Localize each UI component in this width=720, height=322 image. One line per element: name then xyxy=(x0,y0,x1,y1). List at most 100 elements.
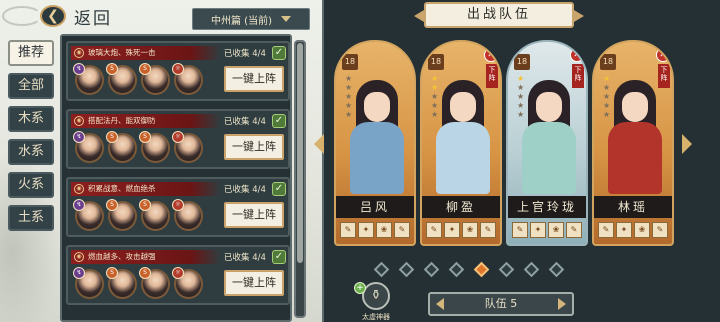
remove-icon[interactable]: ✕ xyxy=(656,48,670,62)
hero-avatar[interactable]: S xyxy=(139,199,170,231)
hero-avatars: ↯ S S ☼ xyxy=(73,63,203,95)
tab-all[interactable]: 全部 xyxy=(8,73,54,99)
equipment-slots: ✎ ✦ ❀ ✎ xyxy=(512,222,582,238)
equipment-slot[interactable]: ❀ xyxy=(548,222,564,238)
formation-list-scrollbar[interactable] xyxy=(294,40,306,318)
equipment-slot[interactable]: ❀ xyxy=(376,222,392,238)
tab-recommended[interactable]: 推荐 xyxy=(8,40,54,66)
hero-avatars: ↯ S S ☼ xyxy=(73,131,203,163)
remove-icon[interactable]: ✕ xyxy=(484,48,498,62)
team-member-card[interactable]: 18 ★ ★ ★ ★ ★ ✕ 下阵 上官玲珑 ✎ ✦ ❀ ✎ xyxy=(506,40,588,246)
equipment-slot[interactable]: ✎ xyxy=(394,222,410,238)
next-team-arrow-icon[interactable] xyxy=(558,298,566,310)
hero-avatar[interactable]: S xyxy=(139,267,170,299)
page-dot[interactable] xyxy=(498,261,515,278)
hero-avatar[interactable]: S xyxy=(106,63,137,95)
equipment-slot[interactable]: ✎ xyxy=(340,222,356,238)
hero-avatar[interactable]: ☼ xyxy=(172,63,203,95)
formation-title: 燃血越多、攻击越强 xyxy=(88,252,156,261)
element-icon: S xyxy=(139,199,151,211)
hero-avatar[interactable]: S xyxy=(106,267,137,299)
cloud-swirl-icon xyxy=(2,6,42,26)
eye-icon: ◉ xyxy=(74,116,84,126)
equipment-slot[interactable]: ✎ xyxy=(426,222,442,238)
back-button[interactable]: ❮ 返回 xyxy=(40,4,150,29)
page-dot[interactable] xyxy=(373,261,390,278)
tab-fire[interactable]: 火系 xyxy=(8,172,54,198)
collected-count: 已收集 4/4 xyxy=(224,117,266,127)
remove-label[interactable]: 下阵 xyxy=(486,64,498,88)
next-page-arrow-icon[interactable] xyxy=(682,134,692,154)
equipment-slot[interactable]: ✎ xyxy=(480,222,496,238)
one-click-deploy-button[interactable]: 一键上阵 xyxy=(224,202,284,228)
page-dot[interactable] xyxy=(548,261,565,278)
hero-avatar[interactable]: S xyxy=(139,131,170,163)
chapter-selector[interactable]: 中州篇 (当前) xyxy=(192,8,310,30)
eye-icon: ◉ xyxy=(74,48,84,58)
back-label: 返回 xyxy=(74,8,112,29)
hero-avatar[interactable]: S xyxy=(106,199,137,231)
equipment-slot[interactable]: ✦ xyxy=(616,222,632,238)
prev-page-arrow-icon[interactable] xyxy=(314,134,324,154)
equipment-slot[interactable]: ✎ xyxy=(652,222,668,238)
hero-avatar[interactable]: ↯ xyxy=(73,131,104,163)
hero-avatar[interactable]: ☼ xyxy=(172,199,203,231)
page-dot[interactable] xyxy=(423,261,440,278)
tab-earth[interactable]: 土系 xyxy=(8,205,54,231)
treasure-button[interactable]: ⚱ + 太虚神器 xyxy=(354,282,398,322)
team-switcher[interactable]: 队伍 5 xyxy=(428,292,574,316)
eye-icon: ◉ xyxy=(74,184,84,194)
hero-avatars: ↯ S S ☼ xyxy=(73,267,203,299)
remove-icon[interactable]: ✕ xyxy=(570,48,584,62)
page-dot[interactable] xyxy=(398,261,415,278)
remove-label[interactable]: 下阵 xyxy=(572,64,584,88)
equipment-slot[interactable]: ❀ xyxy=(634,222,650,238)
remove-label[interactable]: 下阵 xyxy=(658,64,670,88)
equipment-slot[interactable]: ✦ xyxy=(444,222,460,238)
hero-avatar[interactable]: S xyxy=(106,131,137,163)
one-click-deploy-button[interactable]: 一键上阵 xyxy=(224,134,284,160)
formation-title: 玻璃大炮、殊死一击 xyxy=(88,48,156,57)
check-icon: ✓ xyxy=(272,250,286,264)
character-name: 林瑶 xyxy=(594,196,672,218)
team-member-card[interactable]: 18 ★ ★ ★ ★ ★ ✕ 下阵 林瑶 ✎ ✦ ❀ ✎ xyxy=(592,40,674,246)
scrollbar-thumb[interactable] xyxy=(297,43,303,263)
formation-title-banner: ◉ 搭配法丹、能双御防 xyxy=(71,114,221,128)
hero-avatar[interactable]: ↯ xyxy=(73,63,104,95)
level-badge: 18 xyxy=(600,54,616,70)
page-dot[interactable] xyxy=(523,261,540,278)
team-pager xyxy=(373,261,565,278)
hero-avatar[interactable]: S xyxy=(139,63,170,95)
check-icon: ✓ xyxy=(272,182,286,196)
level-badge: 18 xyxy=(514,54,530,70)
one-click-deploy-button[interactable]: 一键上阵 xyxy=(224,66,284,92)
check-icon: ✓ xyxy=(272,46,286,60)
hero-avatar[interactable]: ☼ xyxy=(172,267,203,299)
element-icon: S xyxy=(139,63,151,75)
equipment-slot[interactable]: ❀ xyxy=(462,222,478,238)
prev-team-arrow-icon[interactable] xyxy=(436,298,444,310)
equipment-slot[interactable]: ✎ xyxy=(598,222,614,238)
tab-wood[interactable]: 木系 xyxy=(8,106,54,132)
element-icon: S xyxy=(106,199,118,211)
collected-count: 已收集 4/4 xyxy=(224,185,266,195)
page-dot[interactable] xyxy=(448,261,465,278)
hero-avatar[interactable]: ☼ xyxy=(172,131,203,163)
tab-water[interactable]: 水系 xyxy=(8,139,54,165)
hero-avatar[interactable]: ↯ xyxy=(73,199,104,231)
page-dot[interactable] xyxy=(473,261,490,278)
hero-avatar[interactable]: ↯ xyxy=(73,267,104,299)
team-member-card[interactable]: 18 ★ ★ ★ ★ ★ 吕风 ✎ ✦ ❀ ✎ xyxy=(334,40,416,246)
character-portrait xyxy=(346,76,408,194)
equipment-slot[interactable]: ✦ xyxy=(530,222,546,238)
formation-row: ◉ 积累战意、燃血绝杀 已收集 4/4 ✓ ↯ S S ☼ 一键上阵 xyxy=(66,177,290,237)
collected-count: 已收集 4/4 xyxy=(224,253,266,263)
element-icon: ↯ xyxy=(73,131,85,143)
equipment-slot[interactable]: ✦ xyxy=(358,222,374,238)
one-click-deploy-button[interactable]: 一键上阵 xyxy=(224,270,284,296)
character-name: 上官玲珑 xyxy=(508,196,586,218)
team-member-card[interactable]: 18 ★ ★ ★ ★ ★ ✕ 下阵 柳盈 ✎ ✦ ❀ ✎ xyxy=(420,40,502,246)
equipment-slot[interactable]: ✎ xyxy=(512,222,528,238)
equipment-slot[interactable]: ✎ xyxy=(566,222,582,238)
level-badge: 18 xyxy=(428,54,444,70)
